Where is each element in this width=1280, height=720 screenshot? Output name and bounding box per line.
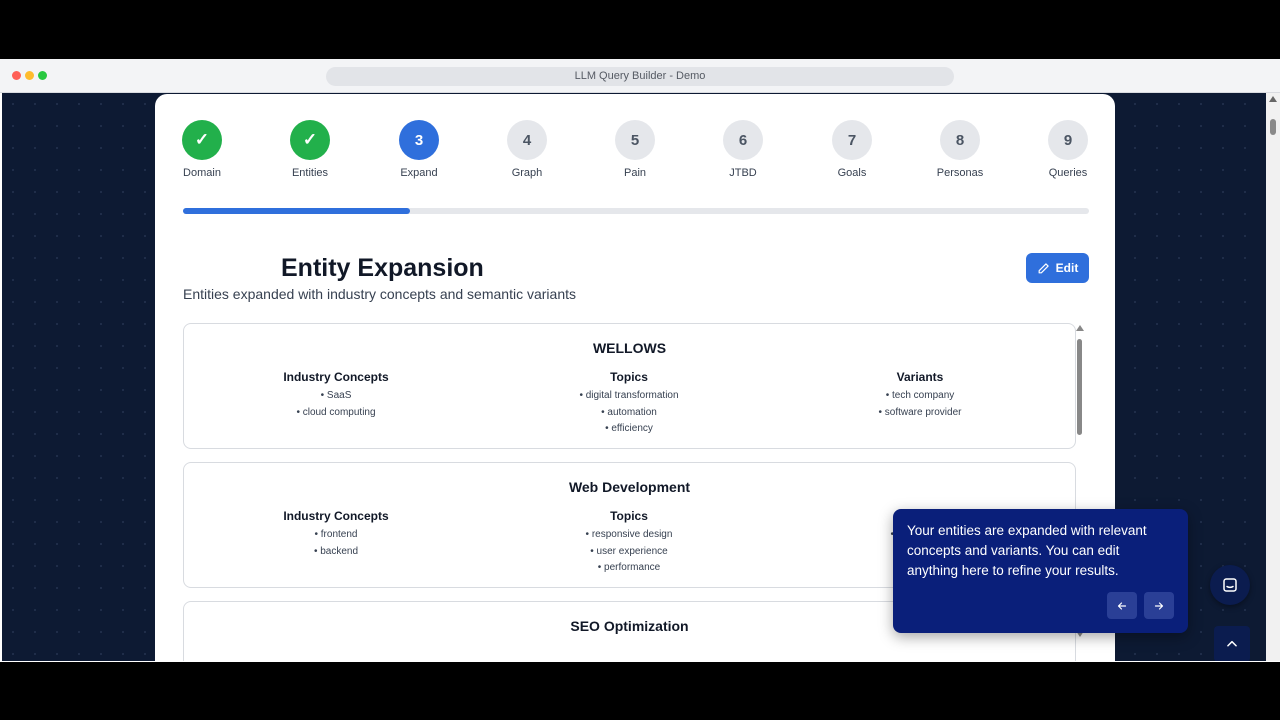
column-heading: Topics <box>610 370 648 384</box>
entity-name: Web Development <box>568 479 691 495</box>
step-goals[interactable]: 7 Goals <box>812 120 892 179</box>
step-check-icon: ✓ <box>182 120 222 160</box>
minimize-window-button[interactable] <box>25 71 34 80</box>
step-label: Domain <box>183 167 221 179</box>
list-item: • digital transformation <box>579 390 679 401</box>
column-heading: Topics <box>610 509 648 523</box>
step-entities[interactable]: ✓ Entities <box>270 120 350 179</box>
page-subtitle: Entities expanded with industry concepts… <box>183 286 576 302</box>
list-item: • tech company <box>885 390 955 401</box>
step-jtbd[interactable]: 6 JTBD <box>703 120 783 179</box>
list-item: • automation <box>601 406 657 418</box>
step-check-icon: ✓ <box>290 120 330 160</box>
progress-bar <box>183 208 1089 214</box>
step-label: Expand <box>400 167 438 179</box>
scroll-to-top-button[interactable] <box>1214 626 1250 661</box>
page-scroll-up-arrow[interactable] <box>1269 96 1277 102</box>
step-label: Personas <box>936 167 984 179</box>
variants-column: Variants • tech company • software provi… <box>820 370 1020 421</box>
pencil-icon <box>1038 262 1049 273</box>
arrow-right-icon <box>1154 601 1164 610</box>
column-heading: Industry Concepts <box>283 370 389 384</box>
chat-icon <box>1223 578 1237 592</box>
edit-button[interactable]: Edit <box>1026 253 1089 283</box>
arrow-left-icon <box>1117 601 1127 610</box>
tooltip-text: Your entities are expanded with relevant… <box>907 523 1147 578</box>
browser-titlebar: LLM Query Builder - Demo <box>0 59 1280 93</box>
industry-concepts-column: Industry Concepts • SaaS • cloud computi… <box>236 370 436 421</box>
list-item: • backend <box>313 545 359 557</box>
page-title: Entity Expansion <box>281 254 484 282</box>
step-label: Goals <box>837 167 867 179</box>
list-item: • <box>804 544 904 561</box>
list-item: • responsive design <box>585 529 673 540</box>
column-heading <box>804 509 904 523</box>
progress-fill <box>183 208 410 214</box>
list-item: • performance <box>597 562 661 573</box>
column-heading: Variants <box>896 370 944 384</box>
step-number: 6 <box>723 120 763 160</box>
chat-launcher-button[interactable] <box>1210 565 1250 605</box>
scroll-thumb[interactable] <box>1077 339 1082 435</box>
step-label: JTBD <box>729 167 757 179</box>
list-item: • frontend <box>314 529 358 540</box>
step-number: 9 <box>1048 120 1088 160</box>
browser-window: LLM Query Builder - Demo ✓ Domain ✓ Enti… <box>0 59 1280 662</box>
step-label: Queries <box>1048 167 1088 179</box>
step-personas[interactable]: 8 Personas <box>920 120 1000 179</box>
step-queries[interactable]: 9 Queries <box>1028 120 1108 179</box>
edit-label: Edit <box>1055 261 1079 275</box>
list-item: • SaaS <box>320 390 352 401</box>
page-scroll-thumb[interactable] <box>1270 119 1276 135</box>
close-window-button[interactable] <box>12 71 21 80</box>
industry-concepts-column: Industry Concepts • frontend • backend <box>236 509 436 560</box>
step-number: 8 <box>940 120 980 160</box>
list-item: • software provider <box>878 406 962 418</box>
step-expand[interactable]: 3 Expand <box>379 120 459 179</box>
tooltip-next-button[interactable] <box>1144 592 1174 619</box>
step-label: Pain <box>623 167 647 179</box>
step-number: 7 <box>832 120 872 160</box>
step-pain[interactable]: 5 Pain <box>595 120 675 179</box>
topics-column: Topics • responsive design • user experi… <box>529 509 729 577</box>
chevron-up-icon <box>1227 640 1237 647</box>
entity-card[interactable]: WELLOWS Industry Concepts • SaaS • cloud… <box>183 323 1076 449</box>
list-item: • cloud computing <box>296 406 376 418</box>
tooltip-prev-button[interactable] <box>1107 592 1137 619</box>
entity-name: WELLOWS <box>592 340 667 356</box>
step-label: Entities <box>291 167 329 179</box>
step-graph[interactable]: 4 Graph <box>487 120 567 179</box>
list-item: • efficiency <box>605 423 653 434</box>
page-viewport: ✓ Domain ✓ Entities 3 Expand 4 Graph 5 P… <box>2 93 1266 661</box>
page-scrollbar[interactable] <box>1266 93 1280 661</box>
step-domain[interactable]: ✓ Domain <box>162 120 242 179</box>
onboarding-tooltip: Your entities are expanded with relevant… <box>893 509 1188 633</box>
maximize-window-button[interactable] <box>38 71 47 80</box>
variants-column: • w • <box>804 509 904 560</box>
list-item: • user experience <box>590 545 668 557</box>
step-number: 4 <box>507 120 547 160</box>
step-number: 3 <box>399 120 439 160</box>
step-number: 5 <box>615 120 655 160</box>
list-item: • w <box>804 527 904 544</box>
topics-column: Topics • digital transformation • automa… <box>529 370 729 438</box>
step-label: Graph <box>511 167 543 179</box>
column-heading: Industry Concepts <box>283 509 389 523</box>
address-bar[interactable]: LLM Query Builder - Demo <box>326 67 954 86</box>
scroll-up-arrow[interactable] <box>1076 325 1084 331</box>
